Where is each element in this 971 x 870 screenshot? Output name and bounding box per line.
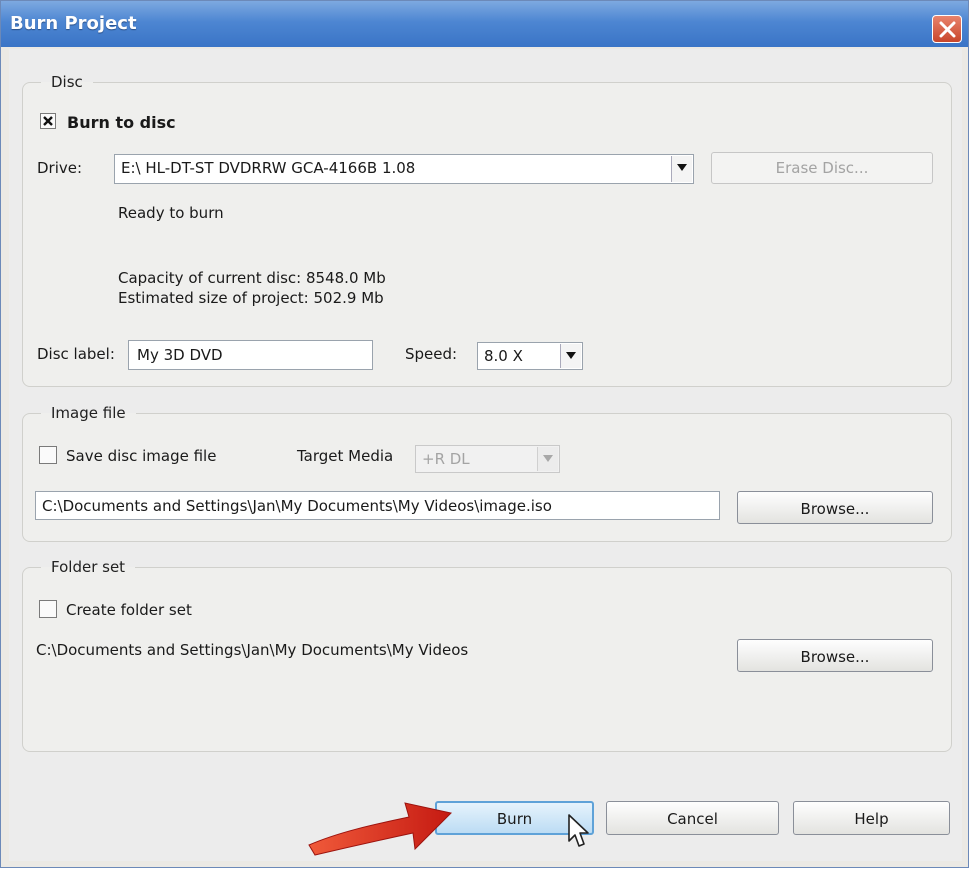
folder-browse-button-label: Browse... [800, 648, 870, 666]
image-path-input[interactable]: C:\Documents and Settings\Jan\My Documen… [35, 491, 720, 520]
folder-set-path: C:\Documents and Settings\Jan\My Documen… [36, 641, 469, 659]
window-title: Burn Project [10, 13, 137, 34]
cancel-button[interactable]: Cancel [606, 801, 779, 835]
drive-dropdown-arrow[interactable] [671, 156, 692, 182]
chevron-down-icon [543, 455, 553, 462]
cancel-button-label: Cancel [667, 810, 718, 828]
erase-disc-button-label: Erase Disc... [775, 159, 869, 177]
project-size: Estimated size of project: 502.9 Mb [118, 289, 384, 307]
target-media-select[interactable]: +R DL [415, 445, 560, 473]
chevron-down-icon [566, 352, 576, 359]
save-disc-image-checkbox[interactable] [39, 446, 57, 468]
close-icon [939, 21, 956, 38]
help-button[interactable]: Help [793, 801, 950, 835]
help-button-label: Help [854, 810, 889, 828]
image-file-group-legend: Image file [51, 404, 126, 422]
checkbox-box[interactable] [39, 446, 57, 464]
target-media-value: +R DL [422, 450, 470, 468]
chevron-down-icon [677, 164, 687, 171]
target-media-dropdown-arrow[interactable] [537, 447, 558, 471]
speed-select-value: 8.0 X [484, 347, 523, 365]
burn-project-dialog: Burn Project Disc Burn to disc Drive: E:… [0, 0, 969, 868]
drive-select-value: E:\ HL-DT-ST DVDRRW GCA-4166B 1.08 [121, 159, 416, 177]
drive-select[interactable]: E:\ HL-DT-ST DVDRRW GCA-4166B 1.08 [114, 154, 694, 184]
create-folder-set-label[interactable]: Create folder set [66, 601, 192, 619]
close-button[interactable] [932, 15, 962, 43]
check-x-icon [43, 116, 53, 126]
image-browse-button[interactable]: Browse... [737, 491, 933, 524]
disc-label-label: Disc label: [37, 345, 115, 363]
erase-disc-button[interactable]: Erase Disc... [711, 152, 933, 184]
speed-select[interactable]: 8.0 X [477, 342, 583, 370]
target-media-label: Target Media [297, 447, 394, 465]
title-bar[interactable]: Burn Project [1, 1, 968, 47]
image-browse-button-label: Browse... [800, 500, 870, 518]
disc-label-input-value: My 3D DVD [137, 346, 223, 364]
disc-label-input[interactable]: My 3D DVD [128, 340, 373, 370]
create-folder-set-checkbox[interactable] [39, 600, 57, 622]
speed-label: Speed: [405, 345, 458, 363]
drive-label: Drive: [37, 159, 83, 177]
speed-dropdown-arrow[interactable] [560, 344, 581, 368]
folder-browse-button[interactable]: Browse... [737, 639, 933, 672]
folder-set-group-legend: Folder set [51, 558, 126, 576]
disc-group-legend: Disc [51, 73, 83, 91]
burn-to-disc-checkbox[interactable] [40, 113, 56, 133]
image-path-value: C:\Documents and Settings\Jan\My Documen… [42, 497, 552, 515]
checkbox-box[interactable] [39, 600, 57, 618]
red-annotation-arrow-icon [308, 802, 453, 856]
save-disc-image-label[interactable]: Save disc image file [66, 447, 216, 465]
disc-capacity: Capacity of current disc: 8548.0 Mb [118, 269, 386, 287]
burn-status: Ready to burn [118, 204, 224, 222]
burn-to-disc-label[interactable]: Burn to disc [67, 113, 176, 132]
mouse-cursor-icon [568, 814, 589, 847]
checkbox-box[interactable] [40, 113, 56, 129]
